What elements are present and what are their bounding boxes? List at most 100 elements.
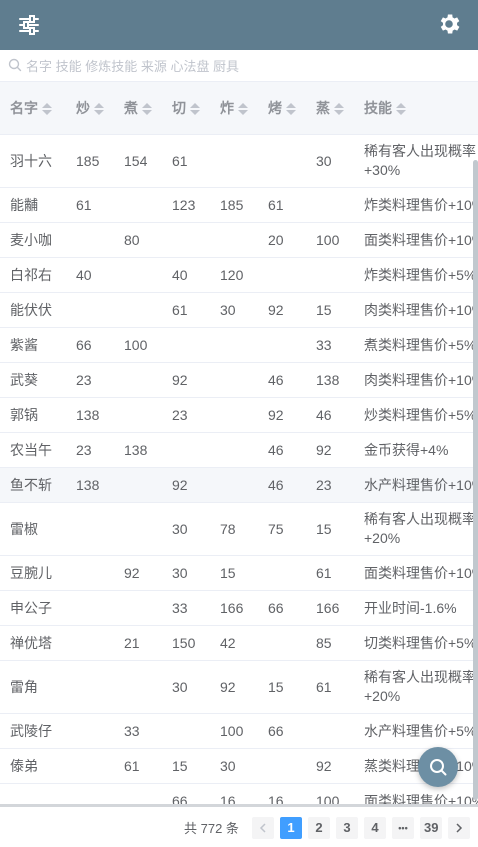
- stir-fry-cell: 40: [66, 257, 114, 293]
- fry-cell: 30: [210, 748, 258, 784]
- steam-cell: [306, 713, 354, 749]
- chef-name-cell: 能黼: [0, 187, 66, 223]
- steam-cell: 33: [306, 327, 354, 363]
- boil-cell: [114, 292, 162, 328]
- chef-name-cell: 能伏伏: [0, 292, 66, 328]
- table-row[interactable]: 雷角 30 92 15 61 稀有客人出现概率+20%: [0, 660, 478, 714]
- column-header-boil[interactable]: 煮: [114, 82, 162, 135]
- skill-cell: 面类料理售价+10%: [354, 783, 478, 804]
- stir-fry-cell: [66, 590, 114, 626]
- skill-cell: 炸类料理售价+5%: [354, 257, 478, 293]
- table-row[interactable]: 麦小咖 80 20 100 面类料理售价+10%: [0, 222, 478, 258]
- sort-icon[interactable]: [286, 102, 296, 116]
- fry-cell: 92: [210, 660, 258, 714]
- skill-cell: 面类料理售价+10%: [354, 222, 478, 258]
- roast-cell: 46: [258, 432, 306, 468]
- sort-icon[interactable]: [396, 102, 406, 116]
- more-pages-button[interactable]: •••: [392, 817, 414, 839]
- column-header-roast[interactable]: 烤: [258, 82, 306, 135]
- table-row[interactable]: 雷椒 30 78 75 15 稀有客人出现概率+20%: [0, 502, 478, 556]
- sort-icon[interactable]: [190, 102, 200, 116]
- column-header-steam[interactable]: 蒸: [306, 82, 354, 135]
- column-header-fry[interactable]: 炸: [210, 82, 258, 135]
- chef-name-cell: 鱼不斩: [0, 467, 66, 503]
- roast-cell: 15: [258, 660, 306, 714]
- table-row[interactable]: 能黼 61 123 185 61 炸类料理售价+10%: [0, 187, 478, 223]
- boil-cell: 100: [114, 327, 162, 363]
- boil-cell: [114, 257, 162, 293]
- fry-cell: 185: [210, 187, 258, 223]
- page-39-button[interactable]: 39: [420, 817, 443, 839]
- steam-cell: 15: [306, 292, 354, 328]
- stir-fry-cell: [66, 292, 114, 328]
- skill-cell: 炒类料理售价+5%: [354, 397, 478, 433]
- fry-cell: [210, 222, 258, 258]
- boil-cell: [114, 362, 162, 398]
- table-row[interactable]: 武陵仔 33 100 66 水产料理售价+5%: [0, 713, 478, 749]
- gear-icon[interactable]: [436, 11, 462, 37]
- roast-cell: 61: [258, 187, 306, 223]
- page-2-button[interactable]: 2: [308, 817, 330, 839]
- page-3-button[interactable]: 3: [336, 817, 358, 839]
- boil-cell: 138: [114, 432, 162, 468]
- table-row[interactable]: 白祁右 40 40 120 炸类料理售价+5%: [0, 257, 478, 293]
- cut-cell: 30: [162, 660, 210, 714]
- stir-fry-cell: [66, 555, 114, 591]
- table-row[interactable]: 农当午 23 138 46 92 金币获得+4%: [0, 432, 478, 468]
- stir-fry-cell: [66, 222, 114, 258]
- column-header-skill[interactable]: 技能: [354, 82, 478, 135]
- steam-cell: 100: [306, 783, 354, 804]
- sort-icon[interactable]: [42, 102, 52, 116]
- boil-cell: [114, 502, 162, 556]
- steam-cell: 85: [306, 625, 354, 661]
- stir-fry-cell: 138: [66, 467, 114, 503]
- cut-cell: 61: [162, 134, 210, 188]
- boil-cell: 154: [114, 134, 162, 188]
- page-1-button[interactable]: 1: [280, 817, 302, 839]
- fry-cell: [210, 327, 258, 363]
- column-header-stir-fry[interactable]: 炒: [66, 82, 114, 135]
- cut-cell: 123: [162, 187, 210, 223]
- column-header-name[interactable]: 名字: [0, 82, 66, 135]
- roast-cell: [258, 748, 306, 784]
- table-row[interactable]: 禅优塔 21 150 42 85 切类料理售价+5%: [0, 625, 478, 661]
- steam-cell: [306, 187, 354, 223]
- roast-cell: 46: [258, 467, 306, 503]
- table-row[interactable]: 申公子 33 166 66 166 开业时间-1.6%: [0, 590, 478, 626]
- table-row[interactable]: 鱼不斩 138 92 46 23 水产料理售价+10%: [0, 467, 478, 503]
- steam-cell: 15: [306, 502, 354, 556]
- filter-sliders-icon[interactable]: [16, 12, 42, 38]
- boil-cell: 80: [114, 222, 162, 258]
- table-row[interactable]: 傣弟 61 15 30 92 蒸类料理售价+10%: [0, 748, 478, 784]
- search-input[interactable]: [26, 54, 466, 78]
- search-fab-button[interactable]: [418, 747, 458, 787]
- steam-cell: 23: [306, 467, 354, 503]
- chevron-left-icon: [259, 823, 266, 833]
- stir-fry-cell: [66, 713, 114, 749]
- table-row[interactable]: 紫酱 66 100 33 煮类料理售价+5%: [0, 327, 478, 363]
- boil-cell: [114, 467, 162, 503]
- fry-cell: [210, 432, 258, 468]
- sort-icon[interactable]: [142, 102, 152, 116]
- cut-cell: [162, 327, 210, 363]
- cut-cell: 150: [162, 625, 210, 661]
- page-4-button[interactable]: 4: [364, 817, 386, 839]
- roast-cell: 75: [258, 502, 306, 556]
- column-header-label: 切: [172, 99, 186, 116]
- table-row[interactable]: 郭锅 138 23 92 46 炒类料理售价+5%: [0, 397, 478, 433]
- sort-icon[interactable]: [94, 102, 104, 116]
- table-row[interactable]: 能伏伏 61 30 92 15 肉类料理售价+10%: [0, 292, 478, 328]
- skill-cell: 水产料理售价+10%: [354, 467, 478, 503]
- vertical-scrollbar[interactable]: [473, 160, 478, 800]
- sort-icon[interactable]: [334, 102, 344, 116]
- column-header-cut[interactable]: 切: [162, 82, 210, 135]
- table-row[interactable]: 武葵 23 92 46 138 肉类料理售价+10%: [0, 362, 478, 398]
- table-row[interactable]: 羽十六 185 154 61 30 稀有客人出现概率+30%: [0, 134, 478, 188]
- roast-cell: [258, 257, 306, 293]
- stir-fry-cell: [66, 625, 114, 661]
- prev-page-button[interactable]: [252, 817, 274, 839]
- table-row[interactable]: 66 16 16 100 面类料理售价+10%: [0, 783, 478, 804]
- sort-icon[interactable]: [238, 102, 248, 116]
- table-row[interactable]: 豆腕儿 92 30 15 61 面类料理售价+10%: [0, 555, 478, 591]
- next-page-button[interactable]: [448, 817, 470, 839]
